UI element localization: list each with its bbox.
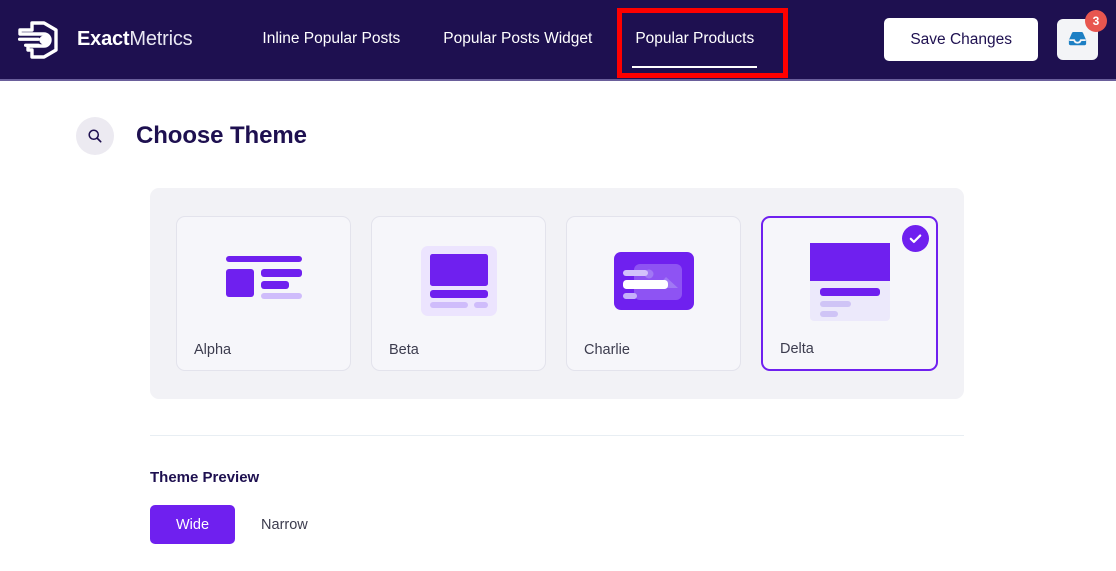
overlay-card-thumbnail-icon xyxy=(567,231,740,331)
tab-inline-popular-posts[interactable]: Inline Popular Posts xyxy=(248,23,414,55)
section-header: Choose Theme xyxy=(0,81,1116,155)
theme-card-alpha[interactable]: Alpha xyxy=(176,216,351,371)
preview-option-narrow[interactable]: Narrow xyxy=(235,505,334,544)
page-title: Choose Theme xyxy=(136,122,307,149)
section-divider xyxy=(150,435,964,436)
preview-option-wide[interactable]: Wide xyxy=(150,505,236,544)
content-column: Alpha Beta Charlie Delta Theme Preview W… xyxy=(0,188,1116,544)
exactmetrics-hexagon-logo-icon xyxy=(14,19,64,61)
card-top-image-thumbnail-icon xyxy=(372,231,545,331)
list-left-thumbnail-icon xyxy=(177,231,350,331)
theme-label-delta: Delta xyxy=(780,341,814,357)
save-changes-button[interactable]: Save Changes xyxy=(884,18,1038,61)
theme-label-beta: Beta xyxy=(389,342,419,358)
main-tabs: Inline Popular Posts Popular Posts Widge… xyxy=(248,0,884,79)
inbox-badge-count: 3 xyxy=(1085,10,1107,32)
notifications: 3 xyxy=(1057,10,1107,60)
brand-name-bold: Exact xyxy=(77,28,130,50)
tab-popular-products[interactable]: Popular Products xyxy=(621,23,768,68)
theme-preview-title: Theme Preview xyxy=(150,469,260,486)
tab-popular-posts-widget[interactable]: Popular Posts Widget xyxy=(429,23,606,55)
theme-chooser-panel: Alpha Beta Charlie Delta xyxy=(150,188,964,399)
brand: ExactMetrics xyxy=(14,19,193,61)
brand-name: ExactMetrics xyxy=(77,28,193,51)
theme-label-charlie: Charlie xyxy=(584,342,630,358)
theme-card-charlie[interactable]: Charlie xyxy=(566,216,741,371)
page-body: Choose Theme Alpha Beta Charlie Delta Th… xyxy=(0,81,1116,544)
inbox-tray-icon xyxy=(1066,27,1089,53)
theme-label-alpha: Alpha xyxy=(194,342,232,358)
brand-name-light: Metrics xyxy=(129,28,193,50)
search-icon[interactable] xyxy=(76,117,114,155)
preview-width-toggle: Wide Narrow xyxy=(150,505,964,544)
theme-card-beta[interactable]: Beta xyxy=(371,216,546,371)
header-actions: Save Changes 3 xyxy=(884,10,1107,61)
theme-card-delta[interactable]: Delta xyxy=(761,216,938,371)
app-header: ExactMetrics Inline Popular Posts Popula… xyxy=(0,0,1116,81)
image-above-text-thumbnail-icon xyxy=(763,232,936,332)
